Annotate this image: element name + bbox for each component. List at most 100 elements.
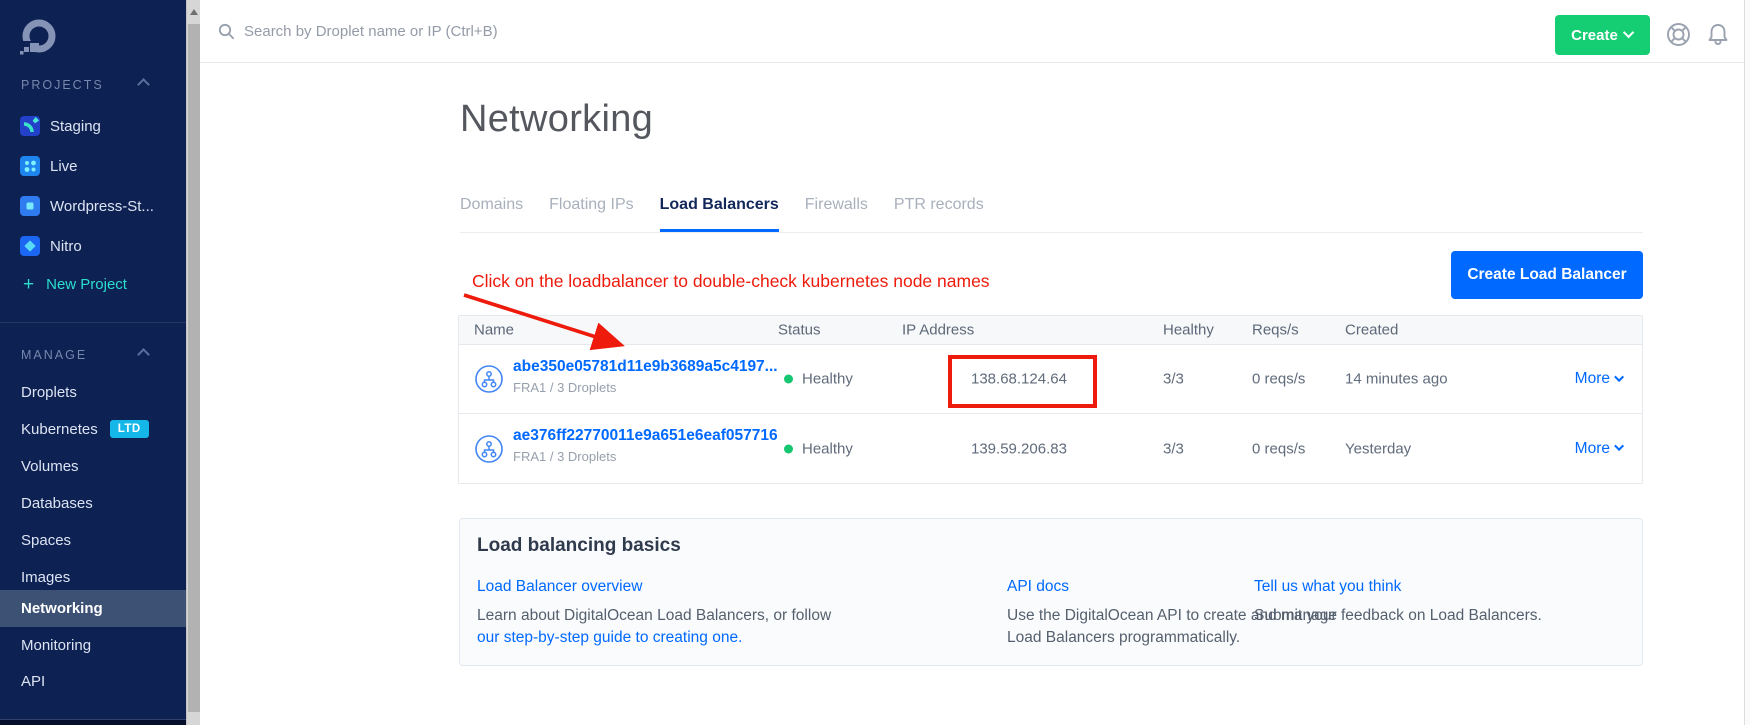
healthy-status-dot bbox=[784, 375, 793, 384]
healthy-value: 3/3 bbox=[1163, 371, 1184, 388]
bell-icon[interactable] bbox=[1705, 22, 1731, 48]
tab-ptr-records[interactable]: PTR records bbox=[894, 196, 984, 232]
page-scrollbar[interactable] bbox=[1744, 0, 1750, 725]
loadbalancer-region: FRA1 / 3 Droplets bbox=[513, 380, 616, 395]
annotation-note: Click on the loadbalancer to double-chec… bbox=[472, 271, 990, 292]
chevron-down-icon bbox=[1614, 441, 1624, 451]
sidebar-item-label: Live bbox=[50, 158, 78, 175]
tab-domains[interactable]: Domains bbox=[460, 196, 523, 232]
more-button[interactable]: More bbox=[1575, 370, 1624, 388]
tabs: Domains Floating IPs Load Balancers Fire… bbox=[460, 196, 984, 232]
sidebar-item-label: Staging bbox=[50, 118, 101, 135]
help-icon[interactable] bbox=[1666, 22, 1691, 47]
annotation-arrow bbox=[450, 291, 640, 359]
basics-title: Load balancing basics bbox=[477, 535, 681, 557]
basics-column-feedback: Tell us what you think Submit your feedb… bbox=[1254, 576, 1542, 627]
sidebar-bottom-strip bbox=[0, 719, 186, 725]
status-value: Healthy bbox=[802, 371, 853, 388]
reqs-value: 0 reqs/s bbox=[1252, 371, 1305, 388]
sidebar-item-project-nitro[interactable]: Nitro bbox=[0, 232, 186, 260]
chevron-down-icon bbox=[1614, 372, 1624, 382]
created-value: Yesterday bbox=[1345, 440, 1411, 457]
manage-section-header[interactable]: MANAGE bbox=[21, 347, 171, 363]
top-bar: Create bbox=[200, 0, 1750, 63]
digitalocean-control-panel: { "colors": { "accent_blue": "#0069ff", … bbox=[0, 0, 1750, 725]
manage-header-label: MANAGE bbox=[21, 348, 87, 362]
sidebar-item-volumes[interactable]: Volumes bbox=[0, 452, 186, 480]
sidebar-item-label: Spaces bbox=[21, 532, 71, 549]
sidebar-item-label: Images bbox=[21, 569, 70, 586]
tell-us-link[interactable]: Tell us what you think bbox=[1254, 576, 1542, 598]
column-header-ip: IP Address bbox=[902, 322, 974, 339]
step-by-step-guide-link[interactable]: our step-by-step guide to creating one. bbox=[477, 629, 742, 646]
search-input[interactable] bbox=[244, 14, 704, 48]
sidebar-item-label: Monitoring bbox=[21, 637, 91, 654]
sidebar-item-api[interactable]: API bbox=[0, 667, 186, 695]
sidebar-item-label: Droplets bbox=[21, 384, 77, 401]
create-button[interactable]: Create bbox=[1555, 15, 1650, 55]
sidebar-item-label: Databases bbox=[21, 495, 93, 512]
sidebar-item-label: Networking bbox=[21, 600, 103, 617]
basics-column-overview: Load Balancer overview Learn about Digit… bbox=[477, 576, 831, 648]
new-project-label: New Project bbox=[46, 276, 127, 293]
column-header-status: Status bbox=[778, 322, 821, 339]
projects-section-header[interactable]: PROJECTS bbox=[21, 77, 171, 93]
sidebar-item-label: Nitro bbox=[50, 238, 82, 255]
tab-load-balancers[interactable]: Load Balancers bbox=[660, 196, 779, 232]
column-header-reqs: Reqs/s bbox=[1252, 322, 1299, 339]
ltd-badge: LTD bbox=[110, 420, 149, 439]
ip-value: 139.59.206.83 bbox=[971, 440, 1067, 457]
scrollbar-up-arrow-icon[interactable] bbox=[190, 9, 198, 15]
tab-firewalls[interactable]: Firewalls bbox=[805, 196, 868, 232]
reqs-value: 0 reqs/s bbox=[1252, 440, 1305, 457]
sidebar-item-label: API bbox=[21, 673, 45, 690]
chevron-down-icon bbox=[1623, 26, 1634, 37]
chevron-up-icon[interactable] bbox=[137, 78, 150, 91]
search-bar[interactable] bbox=[218, 14, 704, 48]
staging-project-icon bbox=[20, 116, 40, 136]
loadbalancer-region: FRA1 / 3 Droplets bbox=[513, 449, 616, 464]
more-button[interactable]: More bbox=[1575, 440, 1624, 458]
basics-body-text: Submit your feedback on Load Balancers. bbox=[1254, 607, 1542, 624]
sidebar-item-monitoring[interactable]: Monitoring bbox=[0, 631, 186, 659]
sidebar-item-images[interactable]: Images bbox=[0, 563, 186, 591]
page-title: Networking bbox=[460, 98, 653, 141]
tabs-bottom-border bbox=[460, 232, 1643, 233]
sidebar-item-spaces[interactable]: Spaces bbox=[0, 526, 186, 554]
sidebar-item-databases[interactable]: Databases bbox=[0, 489, 186, 517]
digitalocean-logo[interactable] bbox=[18, 16, 60, 58]
annotation-highlight-box bbox=[948, 355, 1097, 408]
tab-floating-ips[interactable]: Floating IPs bbox=[549, 196, 633, 232]
sidebar-item-label: Kubernetes bbox=[21, 421, 98, 438]
search-icon bbox=[218, 23, 235, 40]
wordpress-project-icon bbox=[20, 196, 40, 216]
create-button-label: Create bbox=[1571, 27, 1618, 44]
more-label: More bbox=[1575, 370, 1610, 388]
basics-body-text: Load Balancers programmatically. bbox=[1007, 629, 1240, 646]
sidebar-item-project-wordpress[interactable]: Wordpress-St... bbox=[0, 192, 186, 220]
table-row[interactable]: ae376ff22770011e9a651e6eaf057716 FRA1 / … bbox=[459, 414, 1642, 483]
sidebar-scrollbar[interactable] bbox=[186, 0, 200, 725]
loadbalancer-name-link[interactable]: ae376ff22770011e9a651e6eaf057716 bbox=[513, 427, 778, 445]
load-balancer-overview-link[interactable]: Load Balancer overview bbox=[477, 576, 831, 598]
sidebar-item-kubernetes[interactable]: Kubernetes LTD bbox=[0, 415, 186, 443]
sidebar-item-project-live[interactable]: Live bbox=[0, 152, 186, 180]
sidebar-item-networking[interactable]: Networking bbox=[0, 590, 186, 627]
sidebar-item-project-staging[interactable]: Staging bbox=[0, 112, 186, 140]
chevron-up-icon[interactable] bbox=[137, 348, 150, 361]
new-project-button[interactable]: + New Project bbox=[0, 270, 186, 298]
basics-body-text: Learn about DigitalOcean Load Balancers,… bbox=[477, 607, 831, 624]
healthy-value: 3/3 bbox=[1163, 440, 1184, 457]
created-value: 14 minutes ago bbox=[1345, 371, 1448, 388]
sidebar: PROJECTS Staging Live Wordpress-St... Ni… bbox=[0, 0, 186, 725]
sidebar-divider bbox=[0, 322, 186, 323]
scrollbar-thumb[interactable] bbox=[188, 24, 200, 712]
sidebar-item-label: Volumes bbox=[21, 458, 79, 475]
sidebar-item-droplets[interactable]: Droplets bbox=[0, 378, 186, 406]
loadbalancer-icon bbox=[475, 435, 503, 463]
live-project-icon bbox=[20, 156, 40, 176]
create-load-balancer-button[interactable]: Create Load Balancer bbox=[1451, 251, 1643, 299]
status-value: Healthy bbox=[802, 440, 853, 457]
loadbalancer-name-link[interactable]: abe350e05781d11e9b3689a5c4197... bbox=[513, 358, 778, 376]
sidebar-item-label: Wordpress-St... bbox=[50, 198, 154, 215]
